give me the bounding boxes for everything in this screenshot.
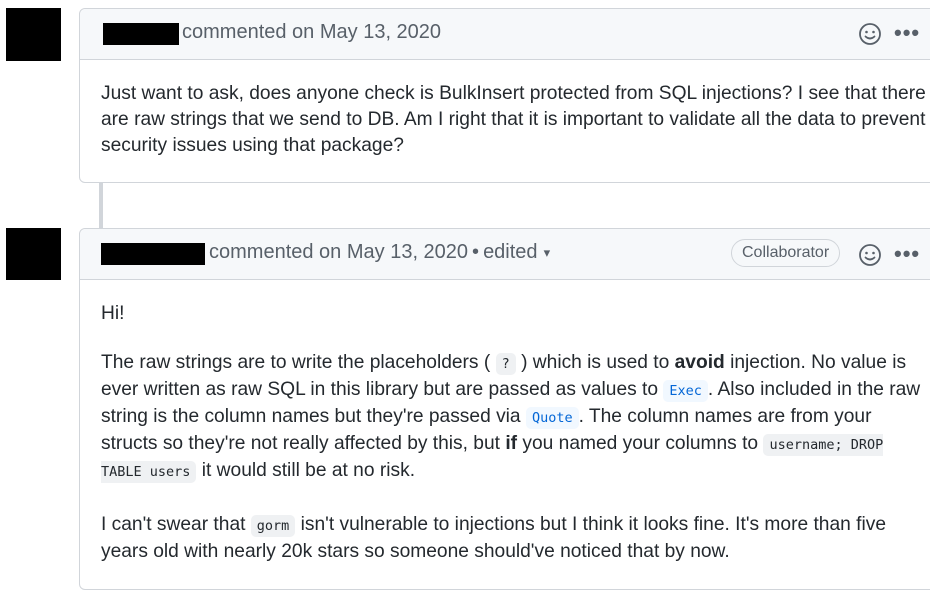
collaborator-badge: Collaborator <box>731 239 841 267</box>
comment-paragraph: Just want to ask, does anyone check is B… <box>101 83 926 156</box>
inline-code: ? <box>495 353 516 375</box>
avatar[interactable] <box>6 228 61 280</box>
author-name-redacted[interactable] <box>101 243 205 265</box>
chevron-down-icon[interactable]: ▾ <box>544 245 551 261</box>
comment-meta: commented on May 13, 2020 • edited ▾ <box>209 241 550 264</box>
inline-code-link[interactable]: Exec <box>663 380 708 402</box>
greeting-text: Hi! <box>101 303 125 324</box>
separator: • <box>472 241 480 263</box>
comment-body-p1: The raw strings are to write the placeho… <box>101 350 930 485</box>
kebab-icon[interactable]: ••• <box>894 22 920 44</box>
edited-dropdown[interactable]: edited <box>483 241 538 263</box>
comment-body-p2: I can't swear that gorm isn't vulnerable… <box>101 512 930 565</box>
bold-text: if <box>505 433 518 454</box>
text: you named your columns to <box>517 433 764 454</box>
inline-code-link[interactable]: Quote <box>525 407 579 429</box>
bold-text: avoid <box>674 352 725 373</box>
text: ) which is used to <box>515 352 675 373</box>
smiley-icon[interactable] <box>858 243 882 267</box>
text: it would still be at no risk. <box>196 460 416 481</box>
comment-date[interactable]: commented on May 13, 2020 <box>209 241 468 263</box>
comment-body: Just want to ask, does anyone check is B… <box>101 81 930 159</box>
text: I can't swear that <box>101 514 251 535</box>
author-name-redacted[interactable] <box>103 23 179 45</box>
comment-paragraph: The raw strings are to write the placeho… <box>101 350 930 485</box>
kebab-icon[interactable]: ••• <box>894 243 920 265</box>
text: The raw strings are to write the placeho… <box>101 352 496 373</box>
smiley-icon[interactable] <box>858 22 882 46</box>
comment-meta[interactable]: commented on May 13, 2020 <box>182 21 441 44</box>
greeting: Hi! <box>101 301 930 327</box>
timeline-connector <box>99 182 103 228</box>
comment-paragraph: I can't swear that gorm isn't vulnerable… <box>101 512 930 565</box>
avatar[interactable] <box>6 8 61 61</box>
inline-code: gorm <box>250 515 296 537</box>
